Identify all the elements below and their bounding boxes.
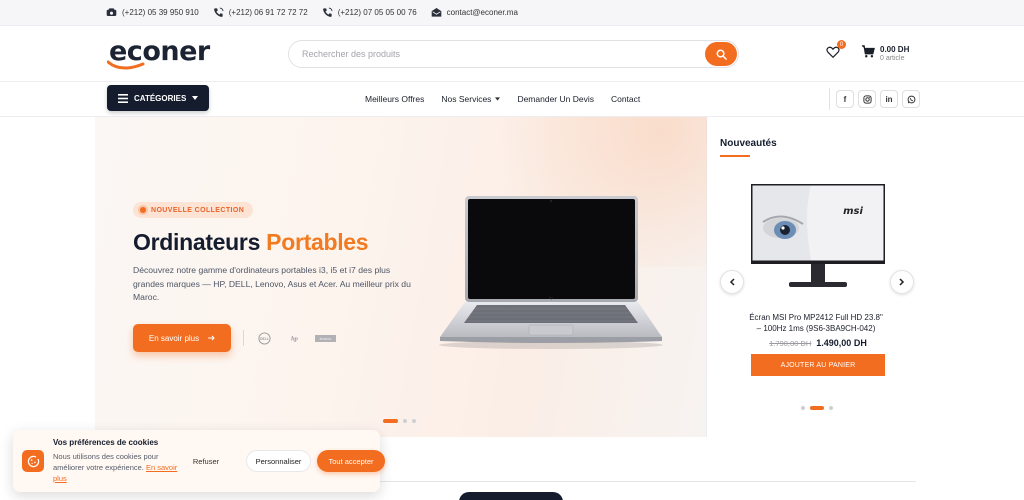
phone-3-text: (+212) 07 05 05 00 76 — [337, 8, 417, 17]
hero-title: Ordinateurs Portables — [133, 229, 369, 256]
phone-1[interactable]: (+212) 05 39 950 910 — [106, 7, 199, 18]
search-bar — [288, 40, 739, 68]
msi-logo: msi — [843, 206, 863, 217]
arrow-right-icon — [208, 335, 215, 341]
menu-icon — [118, 93, 128, 103]
whatsapp-icon[interactable] — [902, 90, 920, 108]
dell-logo: DELL — [257, 331, 271, 345]
customize-cookies-button[interactable]: Personnaliser — [246, 450, 311, 472]
email-text: contact@econer.ma — [446, 8, 518, 17]
slide-dot[interactable] — [412, 419, 416, 423]
search-icon — [716, 49, 727, 60]
social-links: f in — [829, 88, 920, 110]
slide-dot[interactable] — [810, 406, 824, 410]
phone-icon — [106, 8, 117, 16]
hero-pagination — [383, 419, 416, 423]
instagram-icon[interactable] — [858, 90, 876, 108]
nav-link-meilleurs-offres[interactable]: Meilleurs Offres — [365, 94, 424, 104]
phone-2[interactable]: (+212) 06 91 72 72 72 — [213, 7, 308, 18]
main-nav: CATÉGORIES Meilleurs Offres Nos Services… — [0, 82, 1024, 117]
wishlist-button[interactable]: 0 — [826, 40, 846, 61]
add-to-cart-button[interactable]: AJOUTER AU PANIER — [751, 354, 885, 376]
cookie-text-body: Nous utilisons des cookies pour améliore… — [53, 452, 159, 472]
facebook-icon[interactable]: f — [836, 90, 854, 108]
site-header: econer 0 0.00 DH 0 article — [0, 26, 1024, 82]
logo-swoosh — [107, 60, 145, 70]
cart-total: 0.00 DH — [880, 45, 910, 54]
categories-button[interactable]: CATÉGORIES — [107, 85, 209, 111]
hero-slider: NOUVELLE COLLECTION Ordinateurs Portable… — [95, 117, 707, 437]
collection-badge: NOUVELLE COLLECTION — [133, 202, 254, 218]
phone-1-text: (+212) 05 39 950 910 — [122, 8, 199, 17]
cart-button[interactable]: 0.00 DH 0 article — [861, 45, 909, 63]
hp-logo: hp — [287, 331, 301, 345]
slide-dot[interactable] — [383, 419, 398, 423]
new-products-panel: Nouveautés msi Écran MSI Pro MP2412 Full… — [708, 117, 916, 437]
phone-call-icon — [322, 7, 333, 17]
cart-icon — [861, 45, 875, 58]
phone-3[interactable]: (+212) 07 05 05 00 76 — [322, 7, 417, 18]
hero-description: Découvrez notre gamme d'ordinateurs port… — [133, 265, 411, 302]
caret-down-icon — [495, 97, 501, 101]
site-logo[interactable]: econer — [107, 34, 211, 72]
product-name[interactable]: Écran MSI Pro MP2412 Full HD 23.8" – 100… — [746, 312, 886, 334]
chevron-left-icon — [729, 278, 735, 286]
cart-summary: 0.00 DH 0 article — [880, 45, 909, 63]
caret-down-icon — [192, 96, 199, 100]
nav-link-contact[interactable]: Contact — [611, 94, 640, 104]
svg-text:hp: hp — [291, 335, 299, 342]
svg-text:lenovo: lenovo — [320, 336, 333, 341]
mail-icon — [431, 8, 441, 17]
refuse-cookies-button[interactable]: Refuser — [191, 452, 221, 470]
hero-title-main: Ordinateurs — [133, 229, 261, 255]
nav-link-label: Demander Un Devis — [517, 94, 594, 104]
new-price: 1.490,00 DH — [816, 338, 867, 348]
collection-badge-label: NOUVELLE COLLECTION — [151, 206, 245, 214]
categories-label: CATÉGORIES — [134, 93, 187, 103]
product-image: msi — [751, 184, 885, 287]
hero-title-accent: Portables — [266, 229, 369, 255]
accept-cookies-button[interactable]: Tout accepter — [317, 450, 385, 472]
bottom-tab[interactable] — [459, 492, 563, 500]
phone-2-text: (+212) 06 91 72 72 72 — [228, 8, 308, 17]
nav-link-demander-devis[interactable]: Demander Un Devis — [517, 94, 594, 104]
lenovo-logo: lenovo — [315, 331, 336, 345]
email-contact[interactable]: contact@econer.ma — [431, 7, 518, 18]
learn-more-button[interactable]: En savoir plus — [133, 324, 231, 352]
search-button[interactable] — [705, 42, 737, 66]
nav-link-label: Nos Services — [441, 94, 492, 104]
product-prices: 1.790,00 DH 1.490,00 DH — [751, 338, 885, 348]
prev-product-button[interactable] — [720, 270, 744, 294]
linkedin-icon[interactable]: in — [880, 90, 898, 108]
new-products-title: Nouveautés — [720, 138, 777, 149]
svg-text:hp: hp — [549, 295, 553, 300]
products-pagination — [801, 406, 833, 410]
nav-link-label: Meilleurs Offres — [365, 94, 425, 104]
slide-dot[interactable] — [801, 406, 805, 410]
cookie-title: Vos préférences de cookies — [53, 438, 159, 447]
cookie-banner: Vos préférences de cookies Nous utilison… — [13, 430, 385, 492]
phone-call-icon — [213, 7, 224, 17]
next-product-button[interactable] — [890, 270, 914, 294]
contact-bar: (+212) 05 39 950 910 (+212) 06 91 72 72 … — [0, 0, 1024, 26]
badge-dot — [140, 207, 146, 213]
old-price: 1.790,00 DH — [769, 339, 812, 348]
nav-link-nos-services[interactable]: Nos Services — [441, 94, 501, 104]
svg-text:DELL: DELL — [260, 336, 269, 340]
cookie-icon — [22, 450, 44, 472]
slide-dot[interactable] — [403, 419, 407, 423]
cookie-text: Nous utilisons des cookies pour améliore… — [53, 451, 183, 484]
wishlist-badge: 0 — [837, 40, 846, 49]
slide-dot[interactable] — [829, 406, 833, 410]
nav-links: Meilleurs Offres Nos Services Demander U… — [365, 82, 640, 116]
laptop-image: hp — [439, 196, 663, 349]
learn-more-label: En savoir plus — [148, 333, 200, 343]
brand-separator — [243, 330, 244, 346]
nav-link-label: Contact — [610, 94, 641, 104]
search-input[interactable] — [302, 49, 702, 59]
chevron-right-icon — [899, 278, 905, 286]
cart-count: 0 article — [880, 55, 905, 62]
title-underline — [720, 155, 750, 157]
